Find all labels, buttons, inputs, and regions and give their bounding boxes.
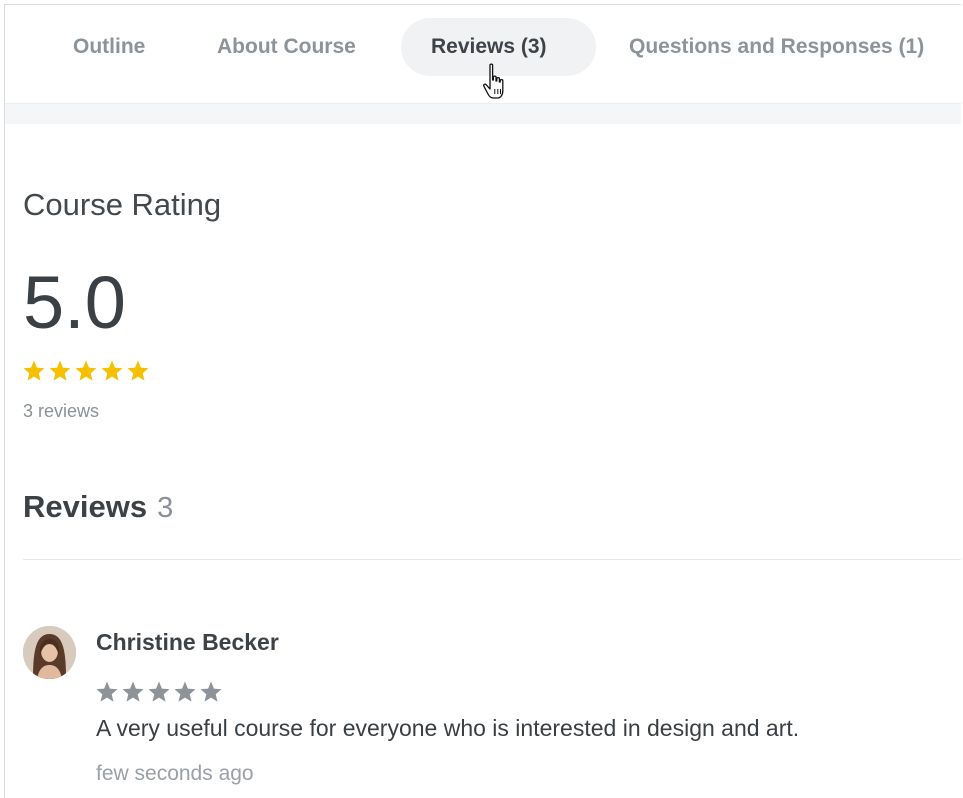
review-stars — [95, 680, 223, 704]
star-icon — [122, 681, 144, 702]
star-icon — [75, 360, 97, 381]
review-count-text: 3 reviews — [23, 401, 100, 421]
tab-questions-and-responses[interactable]: Questions and Responses (1) — [599, 18, 954, 76]
review-timestamp: few seconds ago — [96, 762, 254, 785]
star-icon — [174, 681, 196, 702]
reviews-heading-count: 3 — [157, 492, 174, 524]
star-icon — [127, 360, 149, 381]
course-reviews-panel: Outline About Course Reviews (3) Questio… — [4, 4, 961, 798]
tabs-separator-band — [5, 104, 961, 124]
reviews-section-heading: Reviews 3 — [23, 489, 173, 525]
star-icon — [49, 360, 71, 381]
course-rating-stars — [22, 359, 150, 383]
reviews-heading-label: Reviews — [23, 489, 148, 524]
hand-pointer-cursor-icon — [483, 63, 504, 99]
reviewer-name: Christine Becker — [96, 629, 279, 655]
tab-outline[interactable]: Outline — [43, 18, 175, 76]
star-icon — [200, 681, 222, 702]
user-avatar-photo-icon — [23, 626, 76, 679]
star-icon — [96, 681, 118, 702]
star-icon — [148, 681, 170, 702]
tab-about-course[interactable]: About Course — [187, 18, 386, 76]
avatar[interactable] — [23, 626, 76, 679]
review-text: A very useful course for everyone who is… — [96, 715, 800, 741]
star-icon — [23, 360, 45, 381]
course-rating-value: 5.0 — [23, 261, 126, 344]
reviews-divider — [23, 559, 961, 560]
course-rating-title: Course Rating — [23, 187, 222, 222]
star-icon — [101, 360, 123, 381]
